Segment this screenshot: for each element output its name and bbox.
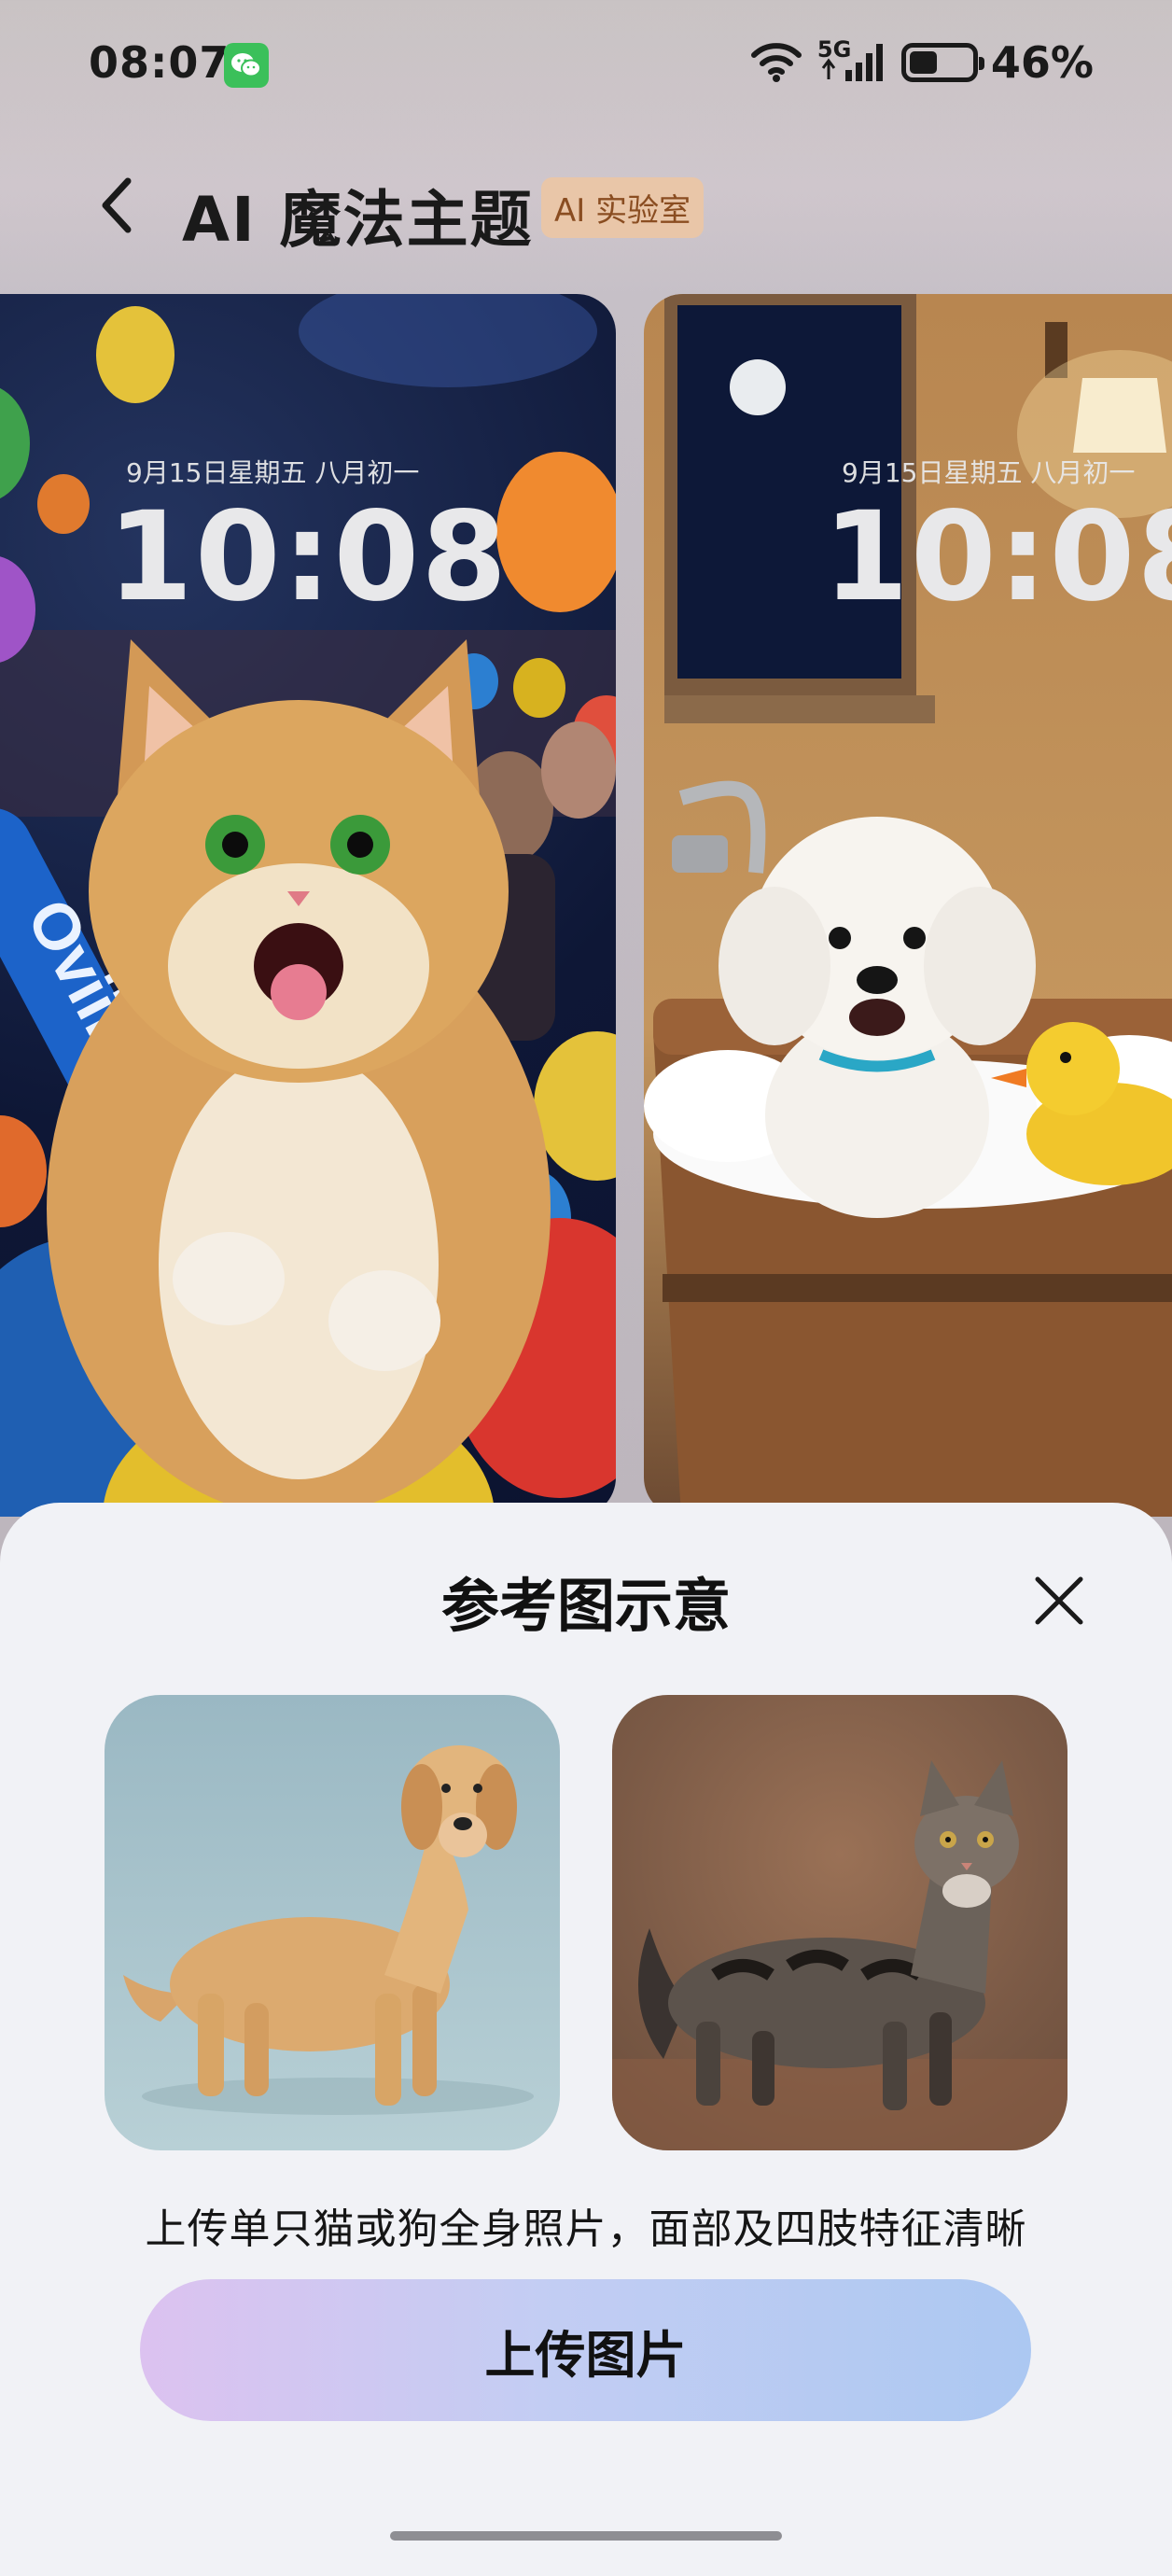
back-button[interactable]	[84, 170, 149, 241]
lock-screen-time: 10:08	[823, 485, 1172, 629]
status-time: 08:07	[89, 37, 230, 88]
upload-hint: 上传单只猫或狗全身照片，面部及四肢特征清晰	[145, 2205, 1027, 2253]
dog-photo	[123, 1745, 534, 2115]
lock-screen-time: 10:08	[107, 485, 509, 629]
reference-sheet: 参考图示意 上传单只猫或狗全身照片，面部及四肢特征清晰 上传图片	[0, 1503, 1172, 2576]
lock-screen-date: 9月15日星期五 八月初一	[126, 457, 420, 488]
wallpaper-card-cat[interactable]: Oviin'na 9月15日星期五 八月初一 10:08	[0, 294, 616, 1517]
wallpaper-card-dog[interactable]: 9月15日星期五 八月初一 10:08	[644, 294, 1172, 1517]
upload-image-button[interactable]: 上传图片	[140, 2279, 1031, 2421]
cat-photo	[612, 1760, 1067, 2150]
page-title: AI 魔法主题	[182, 184, 534, 256]
lock-screen-date: 9月15日星期五 八月初一	[842, 457, 1136, 488]
battery-percent: 46%	[990, 37, 1094, 88]
status-bar: 08:07 5G 46%	[0, 0, 1172, 131]
battery-icon	[900, 43, 984, 82]
header: AI 魔法主题 AI 实验室	[0, 159, 1172, 256]
chevron-left-icon	[102, 177, 132, 233]
cellular-signal-icon: 5G	[817, 36, 888, 85]
reference-image-dog	[105, 1695, 560, 2150]
sheet-title: 参考图示意	[440, 1572, 731, 1640]
close-icon	[1035, 1576, 1083, 1625]
wifi-icon	[748, 38, 804, 87]
ai-lab-badge[interactable]: AI 实验室	[541, 177, 705, 238]
home-indicator[interactable]	[390, 2531, 782, 2541]
reference-image-cat	[612, 1695, 1067, 2150]
close-button[interactable]	[1026, 1568, 1092, 1633]
wechat-notification-icon	[224, 43, 269, 88]
